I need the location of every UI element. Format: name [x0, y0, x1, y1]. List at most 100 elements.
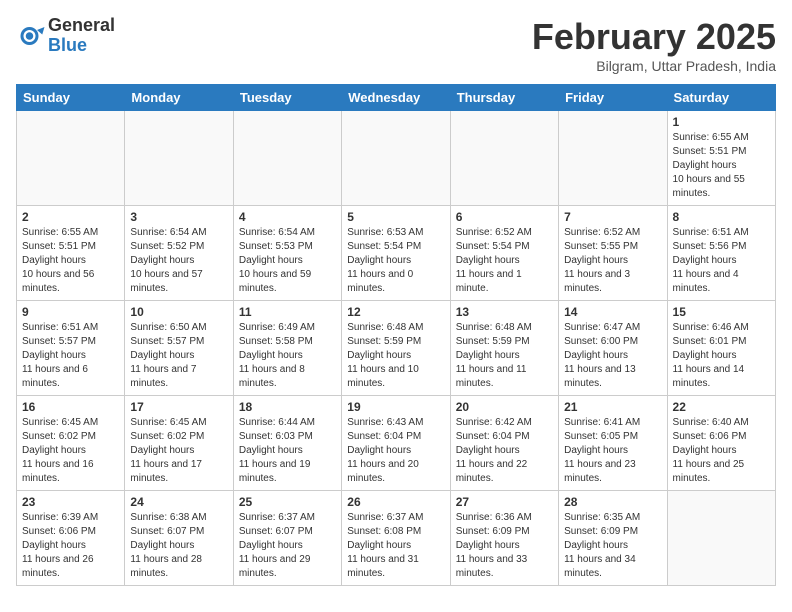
day-info: Sunrise: 6:40 AMSunset: 6:06 PMDaylight … [673, 416, 770, 486]
day-info: Sunrise: 6:45 AMSunset: 6:02 PMDaylight … [130, 416, 227, 486]
calendar-cell: 1 Sunrise: 6:55 AMSunset: 5:51 PMDaylight… [667, 111, 775, 206]
day-info: Sunrise: 6:45 AMSunset: 6:02 PMDaylight … [22, 416, 119, 486]
calendar-cell: 9Sunrise: 6:51 AMSunset: 5:57 PMDaylight… [17, 301, 125, 396]
calendar-cell: 8 Sunrise: 6:51 AMSunset: 5:56 PMDaylight… [667, 206, 775, 301]
calendar-cell: 22 Sunrise: 6:40 AMSunset: 6:06 PMDayligh… [667, 396, 775, 491]
calendar-week-row: 23 Sunrise: 6:39 AMSunset: 6:06 PMDayligh… [17, 491, 776, 586]
day-number: 3 [130, 210, 227, 224]
day-number: 7 [564, 210, 661, 224]
logo-general-text: General [48, 16, 115, 36]
day-number: 1 [673, 115, 770, 129]
calendar-cell: 4 Sunrise: 6:54 AMSunset: 5:53 PMDaylight… [233, 206, 341, 301]
logo: General Blue [16, 16, 115, 56]
day-info: Sunrise: 6:35 AMSunset: 6:09 PMDaylight … [564, 511, 661, 581]
calendar-cell [342, 111, 450, 206]
day-info: Sunrise: 6:51 AMSunset: 5:56 PMDaylight … [673, 226, 770, 296]
day-info: Sunrise: 6:51 AMSunset: 5:57 PMDaylight … [22, 321, 119, 391]
calendar-cell: 25Sunrise: 6:37 AMSunset: 6:07 PMDayligh… [233, 491, 341, 586]
calendar-header-row: SundayMondayTuesdayWednesdayThursdayFrid… [17, 85, 776, 111]
day-header-monday: Monday [125, 85, 233, 111]
day-info: Sunrise: 6:39 AMSunset: 6:06 PMDaylight … [22, 511, 119, 581]
day-info: Sunrise: 6:41 AMSunset: 6:05 PMDaylight … [564, 416, 661, 486]
calendar-cell [233, 111, 341, 206]
day-info: Sunrise: 6:55 AMSunset: 5:51 PMDaylight … [673, 131, 770, 201]
day-number: 20 [456, 400, 553, 414]
day-header-friday: Friday [559, 85, 667, 111]
calendar-cell: 12 Sunrise: 6:48 AMSunset: 5:59 PMDayligh… [342, 301, 450, 396]
calendar-cell: 14 Sunrise: 6:47 AMSunset: 6:00 PMDayligh… [559, 301, 667, 396]
day-number: 25 [239, 495, 336, 509]
day-header-tuesday: Tuesday [233, 85, 341, 111]
day-number: 6 [456, 210, 553, 224]
calendar-cell: 6 Sunrise: 6:52 AMSunset: 5:54 PMDaylight… [450, 206, 558, 301]
day-header-sunday: Sunday [17, 85, 125, 111]
calendar-cell: 20 Sunrise: 6:42 AMSunset: 6:04 PMDayligh… [450, 396, 558, 491]
calendar-cell: 18 Sunrise: 6:44 AMSunset: 6:03 PMDayligh… [233, 396, 341, 491]
calendar-cell: 26 Sunrise: 6:37 AMSunset: 6:08 PMDayligh… [342, 491, 450, 586]
day-info: Sunrise: 6:44 AMSunset: 6:03 PMDaylight … [239, 416, 336, 486]
calendar-cell: 15 Sunrise: 6:46 AMSunset: 6:01 PMDayligh… [667, 301, 775, 396]
day-number: 2 [22, 210, 119, 224]
logo-blue-text: Blue [48, 36, 115, 56]
calendar-cell [17, 111, 125, 206]
day-number: 11 [239, 305, 336, 319]
day-info: Sunrise: 6:52 AMSunset: 5:54 PMDaylight … [456, 226, 553, 296]
calendar-cell: 19 Sunrise: 6:43 AMSunset: 6:04 PMDayligh… [342, 396, 450, 491]
day-number: 16 [22, 400, 119, 414]
day-number: 12 [347, 305, 444, 319]
day-number: 4 [239, 210, 336, 224]
location-text: Bilgram, Uttar Pradesh, India [532, 58, 776, 74]
day-info: Sunrise: 6:37 AMSunset: 6:08 PMDaylight … [347, 511, 444, 581]
day-number: 23 [22, 495, 119, 509]
day-info: Sunrise: 6:48 AMSunset: 5:59 PMDaylight … [456, 321, 553, 391]
day-info: Sunrise: 6:47 AMSunset: 6:00 PMDaylight … [564, 321, 661, 391]
calendar-cell: 16 Sunrise: 6:45 AMSunset: 6:02 PMDayligh… [17, 396, 125, 491]
day-number: 21 [564, 400, 661, 414]
calendar-cell: 10Sunrise: 6:50 AMSunset: 5:57 PMDayligh… [125, 301, 233, 396]
day-number: 18 [239, 400, 336, 414]
day-info: Sunrise: 6:43 AMSunset: 6:04 PMDaylight … [347, 416, 444, 486]
day-header-thursday: Thursday [450, 85, 558, 111]
day-number: 28 [564, 495, 661, 509]
calendar-cell: 17 Sunrise: 6:45 AMSunset: 6:02 PMDayligh… [125, 396, 233, 491]
calendar-week-row: 1 Sunrise: 6:55 AMSunset: 5:51 PMDaylight… [17, 111, 776, 206]
calendar-cell: 11 Sunrise: 6:49 AMSunset: 5:58 PMDayligh… [233, 301, 341, 396]
calendar-week-row: 9Sunrise: 6:51 AMSunset: 5:57 PMDaylight… [17, 301, 776, 396]
day-info: Sunrise: 6:52 AMSunset: 5:55 PMDaylight … [564, 226, 661, 296]
calendar-cell: 28 Sunrise: 6:35 AMSunset: 6:09 PMDayligh… [559, 491, 667, 586]
day-number: 24 [130, 495, 227, 509]
calendar-cell: 7 Sunrise: 6:52 AMSunset: 5:55 PMDaylight… [559, 206, 667, 301]
day-number: 10 [130, 305, 227, 319]
day-number: 26 [347, 495, 444, 509]
day-number: 14 [564, 305, 661, 319]
calendar-cell: 23 Sunrise: 6:39 AMSunset: 6:06 PMDayligh… [17, 491, 125, 586]
day-info: Sunrise: 6:36 AMSunset: 6:09 PMDaylight … [456, 511, 553, 581]
day-number: 22 [673, 400, 770, 414]
day-number: 5 [347, 210, 444, 224]
day-info: Sunrise: 6:48 AMSunset: 5:59 PMDaylight … [347, 321, 444, 391]
day-info: Sunrise: 6:49 AMSunset: 5:58 PMDaylight … [239, 321, 336, 391]
day-number: 8 [673, 210, 770, 224]
calendar-cell: 27 Sunrise: 6:36 AMSunset: 6:09 PMDayligh… [450, 491, 558, 586]
calendar-cell [559, 111, 667, 206]
day-number: 15 [673, 305, 770, 319]
day-number: 19 [347, 400, 444, 414]
day-info: Sunrise: 6:54 AMSunset: 5:53 PMDaylight … [239, 226, 336, 296]
day-header-saturday: Saturday [667, 85, 775, 111]
calendar-table: SundayMondayTuesdayWednesdayThursdayFrid… [16, 84, 776, 586]
day-info: Sunrise: 6:46 AMSunset: 6:01 PMDaylight … [673, 321, 770, 391]
title-area: February 2025 Bilgram, Uttar Pradesh, In… [532, 16, 776, 74]
calendar-cell [450, 111, 558, 206]
day-header-wednesday: Wednesday [342, 85, 450, 111]
day-number: 27 [456, 495, 553, 509]
logo-icon [16, 21, 46, 51]
day-info: Sunrise: 6:53 AMSunset: 5:54 PMDaylight … [347, 226, 444, 296]
day-info: Sunrise: 6:42 AMSunset: 6:04 PMDaylight … [456, 416, 553, 486]
calendar-cell: 24Sunrise: 6:38 AMSunset: 6:07 PMDayligh… [125, 491, 233, 586]
day-number: 17 [130, 400, 227, 414]
calendar-cell: 21 Sunrise: 6:41 AMSunset: 6:05 PMDayligh… [559, 396, 667, 491]
calendar-week-row: 16 Sunrise: 6:45 AMSunset: 6:02 PMDayligh… [17, 396, 776, 491]
calendar-cell: 3Sunrise: 6:54 AMSunset: 5:52 PMDaylight… [125, 206, 233, 301]
day-number: 13 [456, 305, 553, 319]
calendar-cell: 13 Sunrise: 6:48 AMSunset: 5:59 PMDayligh… [450, 301, 558, 396]
